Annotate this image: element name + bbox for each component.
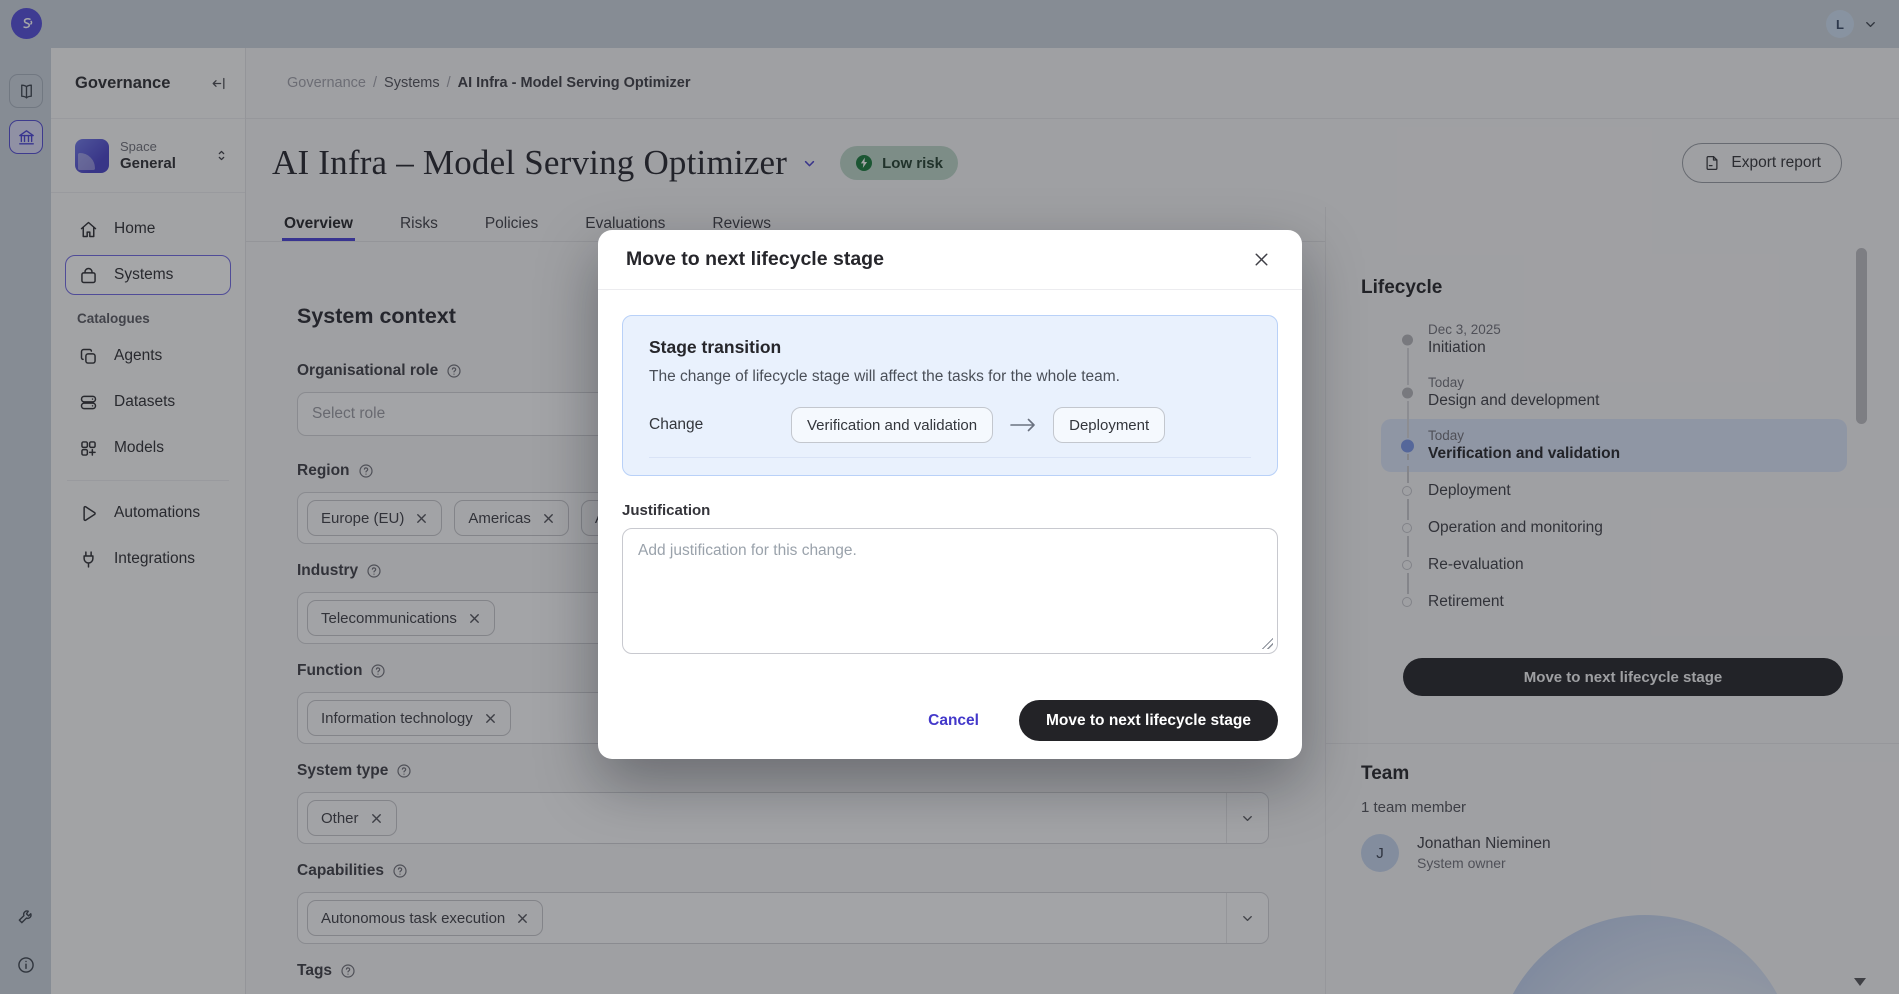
arrow-right-icon bbox=[1009, 417, 1037, 433]
app-window: L bbox=[0, 0, 1899, 994]
stage-transition-title: Stage transition bbox=[649, 337, 1251, 358]
change-label: Change bbox=[649, 416, 791, 434]
lifecycle-modal: Move to next lifecycle stage Stage trans… bbox=[598, 230, 1302, 759]
stage-transition-box: Stage transition The change of lifecycle… bbox=[622, 315, 1278, 476]
stage-to-pill: Deployment bbox=[1053, 407, 1165, 443]
justification-textarea[interactable] bbox=[622, 528, 1278, 654]
justification-label: Justification bbox=[622, 502, 1278, 519]
close-icon bbox=[1251, 249, 1272, 270]
confirm-move-stage-button[interactable]: Move to next lifecycle stage bbox=[1019, 700, 1278, 741]
stage-from-pill: Verification and validation bbox=[791, 407, 993, 443]
modal-close-button[interactable] bbox=[1249, 247, 1274, 272]
cancel-button[interactable]: Cancel bbox=[928, 712, 979, 730]
stage-transition-description: The change of lifecycle stage will affec… bbox=[649, 368, 1251, 386]
modal-title: Move to next lifecycle stage bbox=[626, 248, 1249, 271]
justification-field: Justification bbox=[622, 502, 1278, 654]
